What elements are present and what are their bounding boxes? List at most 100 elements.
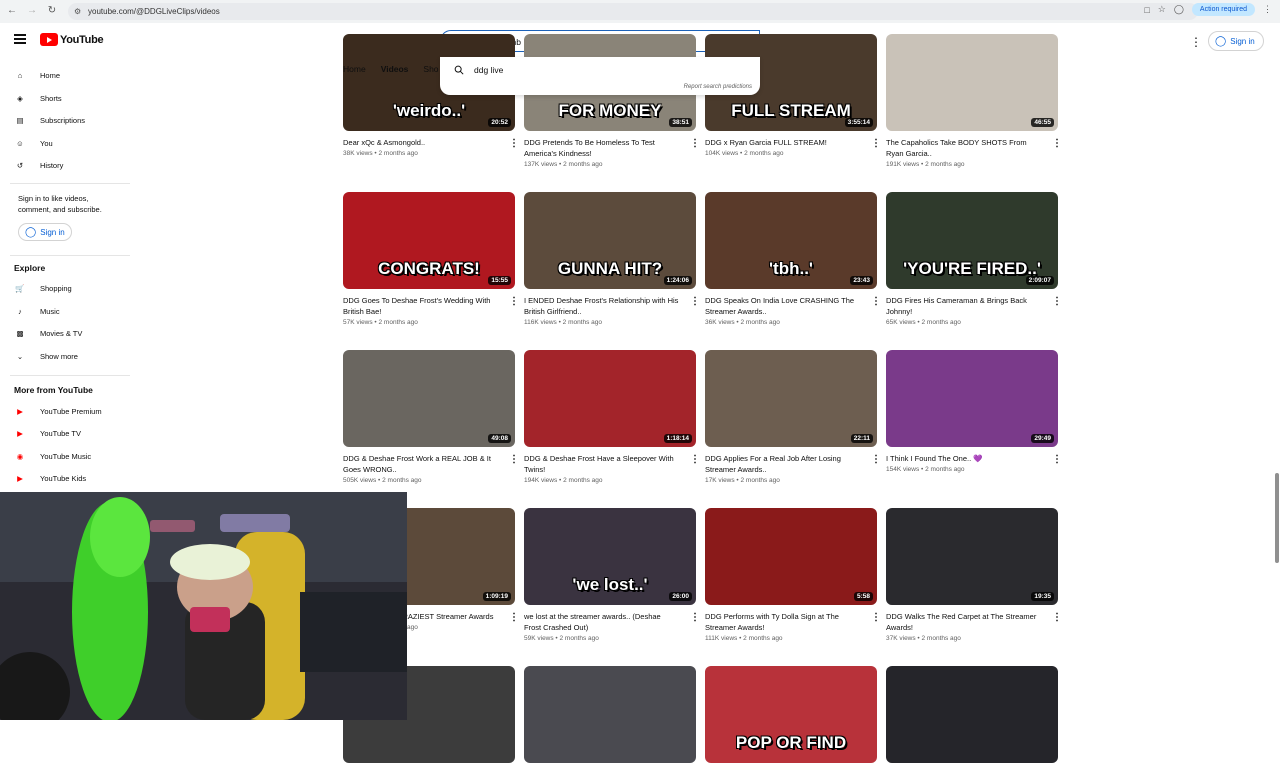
video-thumbnail[interactable]: 22:11 [705,350,877,447]
video-duration: 1:09:19 [482,592,511,601]
search-suggestions: ddg live Report search predictions [440,57,760,95]
video-title[interactable]: we lost at the streamer awards.. (Deshae… [524,611,679,633]
video-title[interactable]: DDG Pretends To Be Homeless To Test Amer… [524,137,679,159]
video-meta: 59K views • 2 months ago [524,635,599,642]
video-thumbnail[interactable]: 'YOU'RE FIRED..' 2:09:07 [886,192,1058,289]
video-options-icon[interactable]: ⋮ [871,612,881,623]
video-meta: 191K views • 2 months ago [886,161,965,168]
video-card[interactable] [524,666,696,763]
video-title[interactable]: DDG Walks The Red Carpet at The Streamer… [886,611,1041,633]
video-title[interactable]: I ENDED Deshae Frost's Relationship with… [524,295,679,317]
video-duration: 19:35 [1031,592,1054,601]
video-options-icon[interactable]: ⋮ [509,612,519,623]
video-title[interactable]: DDG Speaks On India Love CRASHING The St… [705,295,860,317]
video-title[interactable]: DDG & Deshae Frost Have a Sleepover With… [524,453,679,475]
video-meta: 116K views • 2 months ago [524,319,603,326]
video-thumbnail[interactable]: 29:49 [886,350,1058,447]
thumbnail-overlay-text: POP OR FIND [735,733,847,752]
video-meta: 111K views • 2 months ago [705,635,783,642]
video-duration: 15:55 [488,276,511,285]
video-duration: 26:00 [669,592,692,601]
video-title[interactable]: Dear xQc & Asmongold.. [343,137,498,148]
video-thumbnail[interactable]: CONGRATS! 15:55 [343,192,515,289]
video-card[interactable] [886,666,1058,763]
video-meta: 38K views • 2 months ago [343,150,418,157]
video-meta: 37K views • 2 months ago [886,635,961,642]
video-card[interactable]: 'we lost..' 26:00 we lost at the streamer … [524,508,700,642]
video-options-icon[interactable]: ⋮ [1052,138,1062,149]
tab-home[interactable]: Home [343,64,366,74]
video-duration: 3:55:14 [844,118,873,127]
video-options-icon[interactable]: ⋮ [1052,612,1062,623]
video-card[interactable]: 'tbh..' 23:43 DDG Speaks On India Love CRA… [705,192,881,326]
video-options-icon[interactable]: ⋮ [871,454,881,465]
video-thumbnail[interactable]: GUNNA HIT? 1:24:06 [524,192,696,289]
tab-videos[interactable]: Videos [381,64,409,74]
video-card[interactable]: 49:08 DDG & Deshae Frost Work a REAL JOB … [343,350,519,484]
video-card[interactable]: 5:58 DDG Performs with Ty Dolla Sign at T… [705,508,881,642]
suggestion-text: ddg live [474,65,504,75]
video-card[interactable]: 29:49 I Think I Found The One.. 💜 154K vie… [886,350,1062,473]
video-duration: 1:18:14 [663,434,692,443]
video-options-icon[interactable]: ⋮ [871,138,881,149]
video-card[interactable]: GUNNA HIT? 1:24:06 I ENDED Deshae Frost's … [524,192,700,326]
video-meta: 505K views • 2 months ago [343,477,422,484]
video-options-icon[interactable]: ⋮ [509,454,519,465]
video-thumbnail[interactable]: 1:18:14 [524,350,696,447]
video-duration: 22:11 [850,434,873,443]
video-thumbnail[interactable]: 'tbh..' 23:43 [705,192,877,289]
video-options-icon[interactable]: ⋮ [690,296,700,307]
video-duration: 29:49 [1031,434,1054,443]
video-title[interactable]: DDG & Deshae Frost Work a REAL JOB & It … [343,453,498,475]
video-options-icon[interactable]: ⋮ [1052,296,1062,307]
video-title[interactable]: The Capaholics Take BODY SHOTS From Ryan… [886,137,1041,159]
video-thumbnail[interactable] [886,666,1058,763]
video-card[interactable]: 19:35 DDG Walks The Red Carpet at The Str… [886,508,1062,642]
video-meta: 194K views • 2 months ago [524,477,603,484]
video-card[interactable]: CONGRATS! 15:55 DDG Goes To Deshae Frost's… [343,192,519,326]
video-title[interactable]: DDG x Ryan Garcia FULL STREAM! [705,137,860,148]
video-duration: 2:09:07 [1025,276,1054,285]
video-duration: 49:08 [488,434,511,443]
suggestion-item[interactable]: ddg live [454,65,503,75]
report-predictions-link[interactable]: Report search predictions [684,84,752,90]
video-options-icon[interactable]: ⋮ [690,612,700,623]
video-duration: 23:43 [850,276,873,285]
video-options-icon[interactable]: ⋮ [509,296,519,307]
scrollbar[interactable] [1275,473,1279,563]
tab-shorts[interactable]: Sho [423,64,438,74]
channel-tabs: Home Videos Sho [343,64,439,74]
video-thumbnail[interactable] [524,666,696,763]
video-options-icon[interactable]: ⋮ [1052,454,1062,465]
video-duration: 38:51 [669,118,692,127]
video-options-icon[interactable]: ⋮ [509,138,519,149]
webcam-image [0,492,407,720]
video-card[interactable]: 22:11 DDG Applies For a Real Job After Lo… [705,350,881,484]
video-meta: 36K views • 2 months ago [705,319,780,326]
video-thumbnail[interactable]: 5:58 [705,508,877,605]
video-meta: 137K views • 2 months ago [524,161,603,168]
video-title[interactable]: DDG Fires His Cameraman & Brings Back Jo… [886,295,1041,317]
video-meta: 17K views • 2 months ago [705,477,780,484]
video-thumbnail[interactable]: 49:08 [343,350,515,447]
video-card[interactable]: POP OR FIND [705,666,877,763]
video-title[interactable]: DDG Applies For a Real Job After Losing … [705,453,860,475]
video-card[interactable]: 'YOU'RE FIRED..' 2:09:07 DDG Fires His Cam… [886,192,1062,326]
video-thumbnail[interactable]: 'we lost..' 26:00 [524,508,696,605]
video-title[interactable]: I Think I Found The One.. 💜 [886,453,1041,464]
webcam-overlay [0,492,407,720]
video-duration: 20:52 [488,118,511,127]
video-meta: 65K views • 2 months ago [886,319,961,326]
video-thumbnail[interactable]: POP OR FIND [705,666,877,763]
search-icon [454,65,464,75]
video-card[interactable]: 1:18:14 DDG & Deshae Frost Have a Sleepov… [524,350,700,484]
video-options-icon[interactable]: ⋮ [871,296,881,307]
video-title[interactable]: DDG Goes To Deshae Frost's Wedding With … [343,295,498,317]
video-thumbnail[interactable]: 46:55 [886,34,1058,131]
video-thumbnail[interactable]: 19:35 [886,508,1058,605]
video-title[interactable]: DDG Performs with Ty Dolla Sign at The S… [705,611,860,633]
video-options-icon[interactable]: ⋮ [690,454,700,465]
video-card[interactable]: 46:55 The Capaholics Take BODY SHOTS From… [886,34,1062,168]
video-options-icon[interactable]: ⋮ [690,138,700,149]
video-duration: 5:58 [853,592,873,601]
